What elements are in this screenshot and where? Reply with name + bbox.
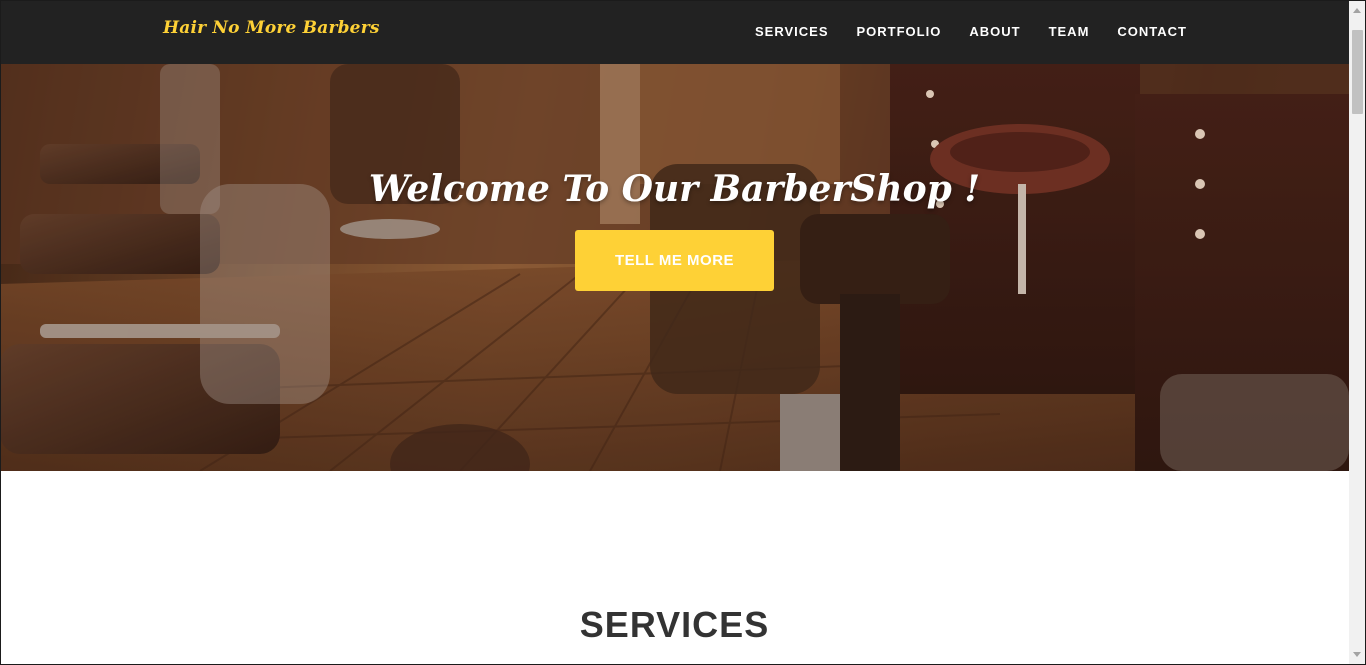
hero-heading: Welcome To Our BarberShop ! [368,168,981,210]
scroll-up-arrow-icon[interactable] [1353,8,1361,13]
nav-menu: SERVICES PORTFOLIO ABOUT TEAM CONTACT [755,24,1187,39]
scroll-down-arrow-icon[interactable] [1353,652,1361,657]
brand-logo-link[interactable]: Hair No More Barbers [163,18,380,38]
nav-item-services[interactable]: SERVICES [755,24,829,39]
hero-section: Welcome To Our BarberShop ! TELL ME MORE [0,64,1349,471]
nav-item-team[interactable]: TEAM [1049,24,1090,39]
page-scrollbar[interactable] [1349,0,1366,665]
services-heading: SERVICES [579,604,770,645]
nav-item-portfolio[interactable]: PORTFOLIO [857,24,942,39]
nav-item-about[interactable]: ABOUT [969,24,1020,39]
scrollbar-thumb[interactable] [1352,30,1363,114]
tell-me-more-button[interactable]: TELL ME MORE [575,230,774,291]
top-navbar: Hair No More Barbers SERVICES PORTFOLIO … [0,0,1349,64]
nav-item-contact[interactable]: CONTACT [1117,24,1187,39]
